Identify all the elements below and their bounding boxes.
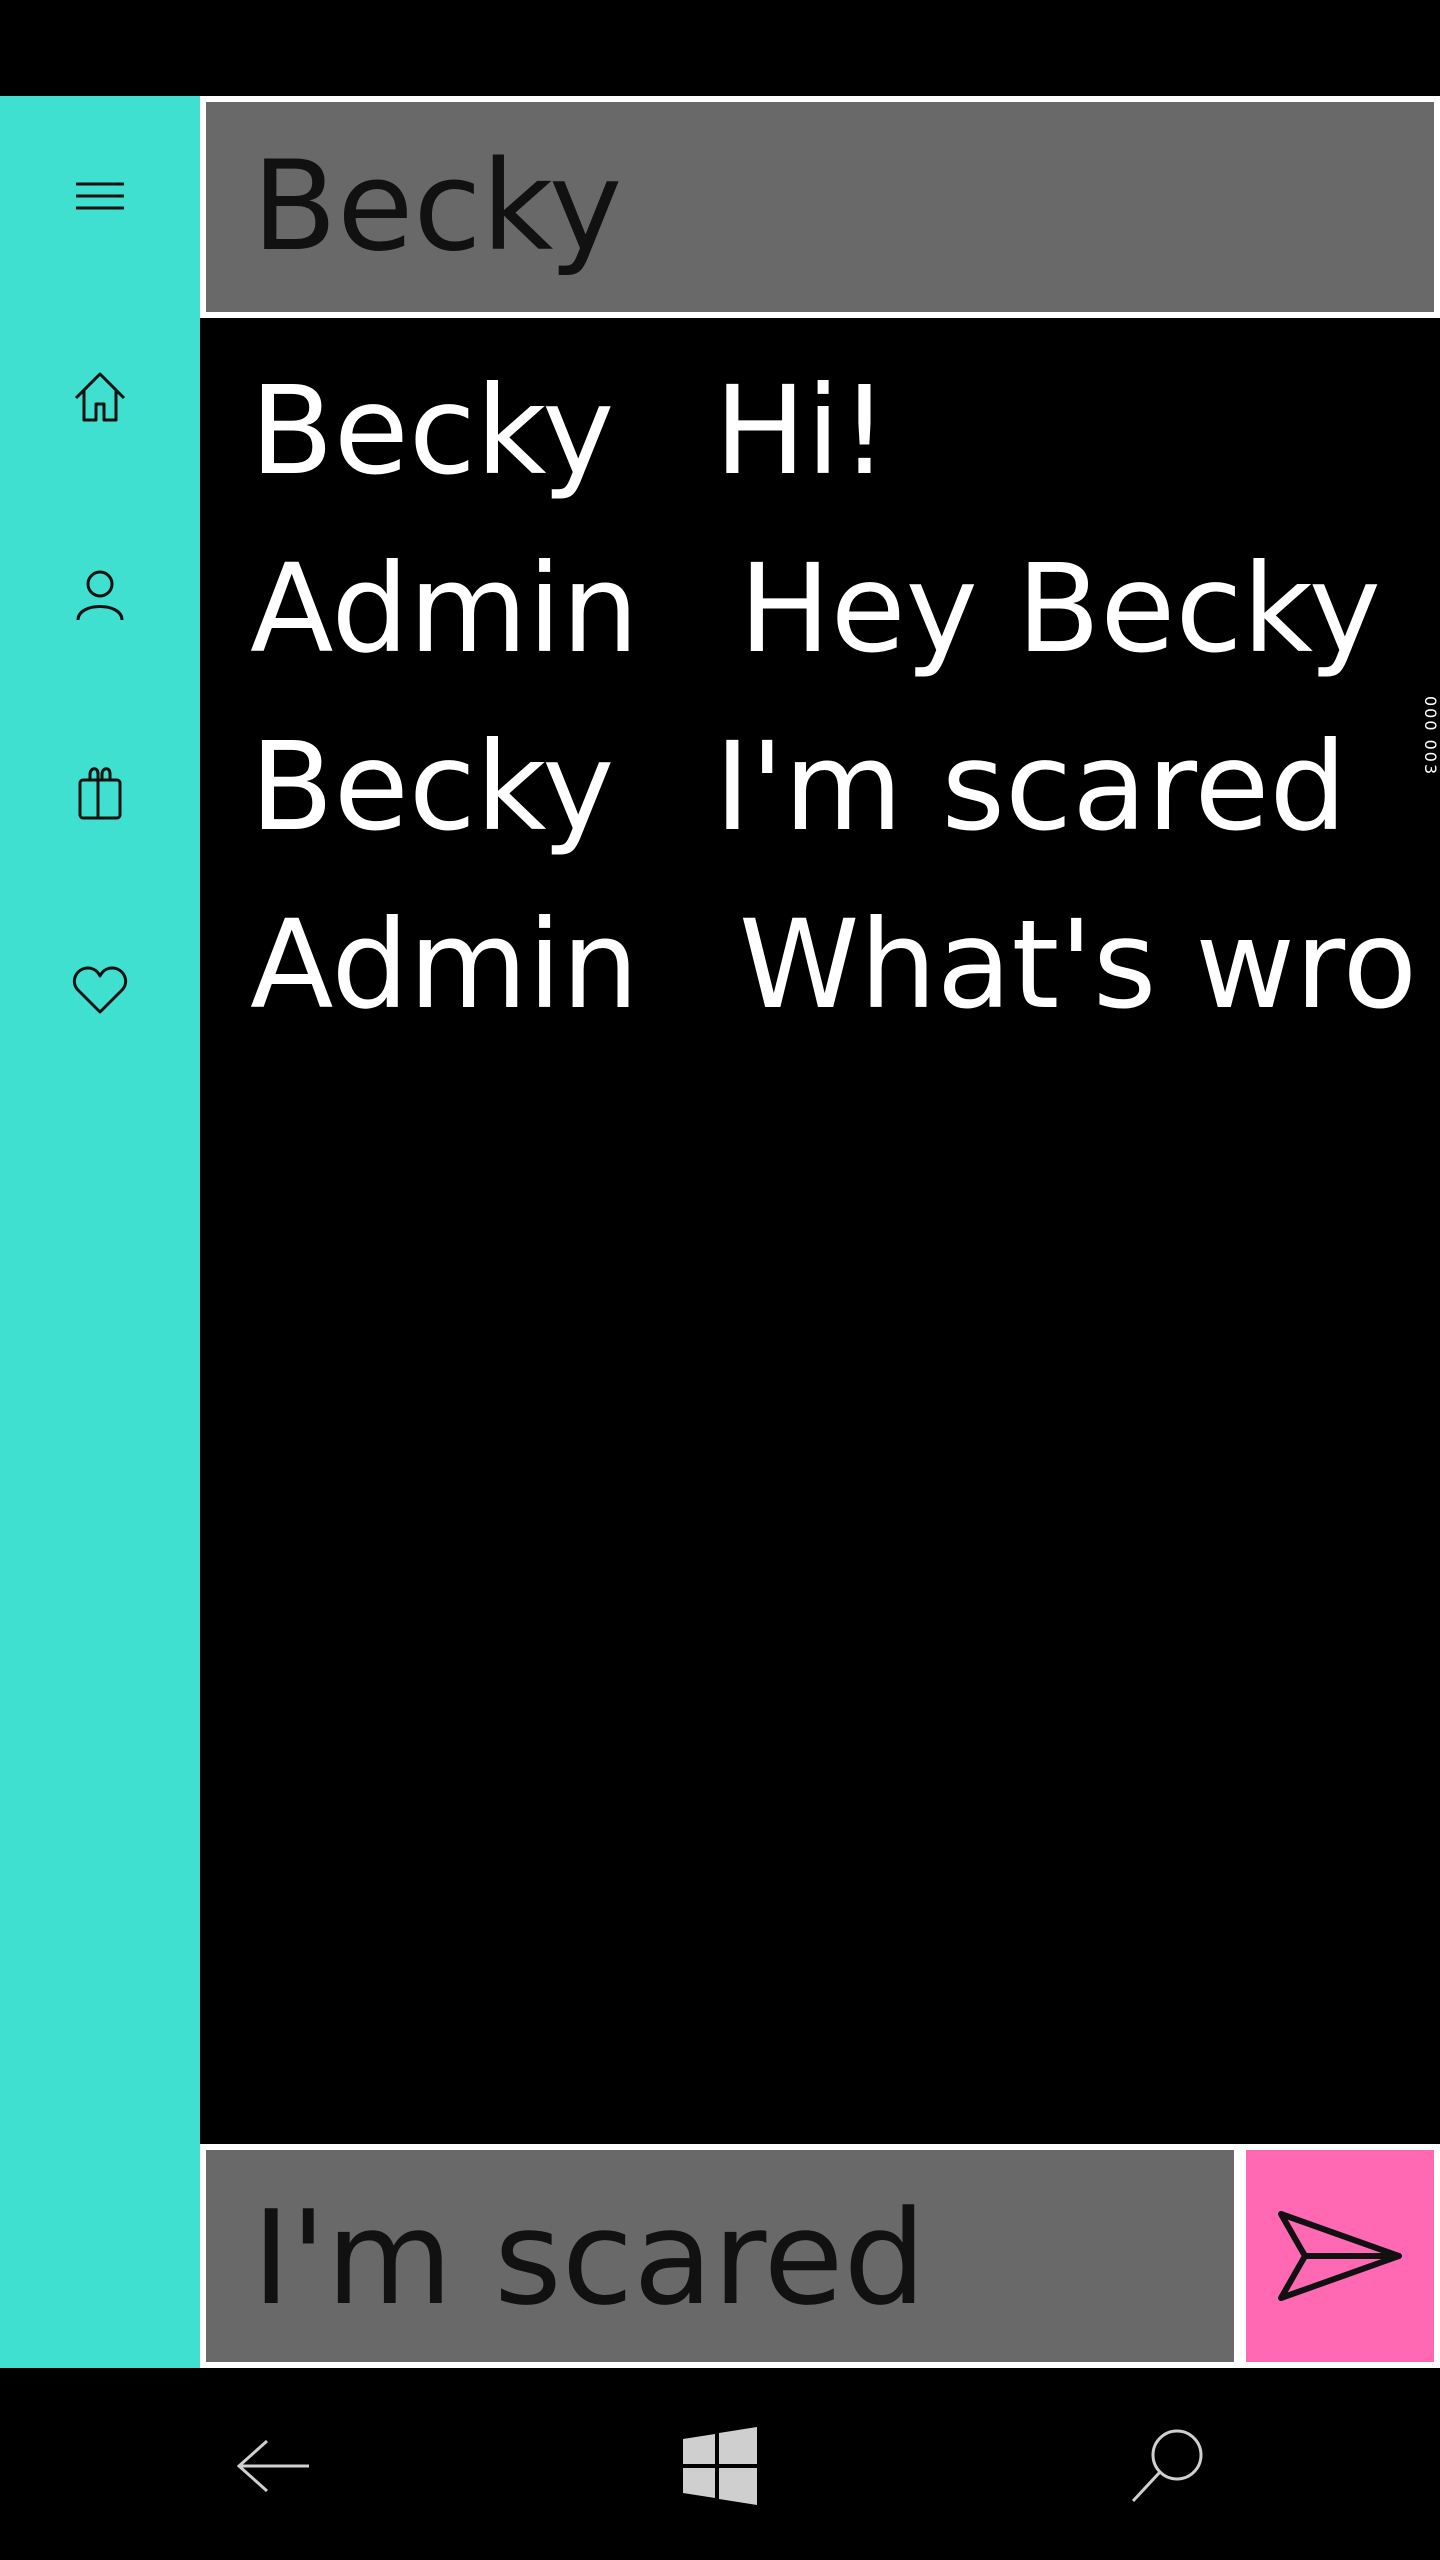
status-bar (0, 0, 1440, 96)
hamburger-menu-icon[interactable] (60, 156, 140, 236)
system-nav-bar (0, 2368, 1440, 2560)
send-icon (1278, 2211, 1402, 2301)
message-text: Hey Becky (738, 538, 1381, 680)
message-text: Hi! (714, 360, 889, 502)
message-input[interactable]: I'm scared (200, 2144, 1240, 2368)
message-input-value: I'm scared (252, 2182, 926, 2334)
home-icon[interactable] (60, 356, 140, 436)
message-row: Admin Hey Becky (250, 520, 1440, 698)
heart-icon[interactable] (60, 950, 140, 1030)
message-text: I'm scared (714, 716, 1347, 858)
message-text: What's wro (738, 894, 1418, 1036)
chat-title: Becky (252, 135, 623, 279)
message-row: Admin What's wro (250, 876, 1440, 1054)
message-list[interactable]: Becky Hi! Admin Hey Becky Becky I'm scar… (250, 342, 1440, 2142)
composer: I'm scared (200, 2144, 1440, 2368)
message-sender: Becky (250, 716, 615, 858)
chat-title-box[interactable]: Becky (200, 96, 1440, 318)
chat-panel: Becky Becky Hi! Admin Hey Becky Becky I'… (200, 96, 1440, 2368)
search-icon[interactable] (1118, 2416, 1218, 2516)
message-row: Becky Hi! (250, 342, 1440, 520)
message-sender: Admin (250, 894, 639, 1036)
scroll-indicator: 000 003 (1421, 696, 1440, 777)
windows-logo-icon[interactable] (670, 2416, 770, 2516)
message-row: Becky I'm scared (250, 698, 1440, 876)
message-sender: Admin (250, 538, 639, 680)
shopping-bag-icon[interactable] (60, 752, 140, 832)
send-button[interactable] (1240, 2144, 1440, 2368)
message-sender: Becky (250, 360, 615, 502)
person-icon[interactable] (60, 554, 140, 634)
sidebar (0, 96, 200, 2368)
back-arrow-icon[interactable] (222, 2416, 322, 2516)
